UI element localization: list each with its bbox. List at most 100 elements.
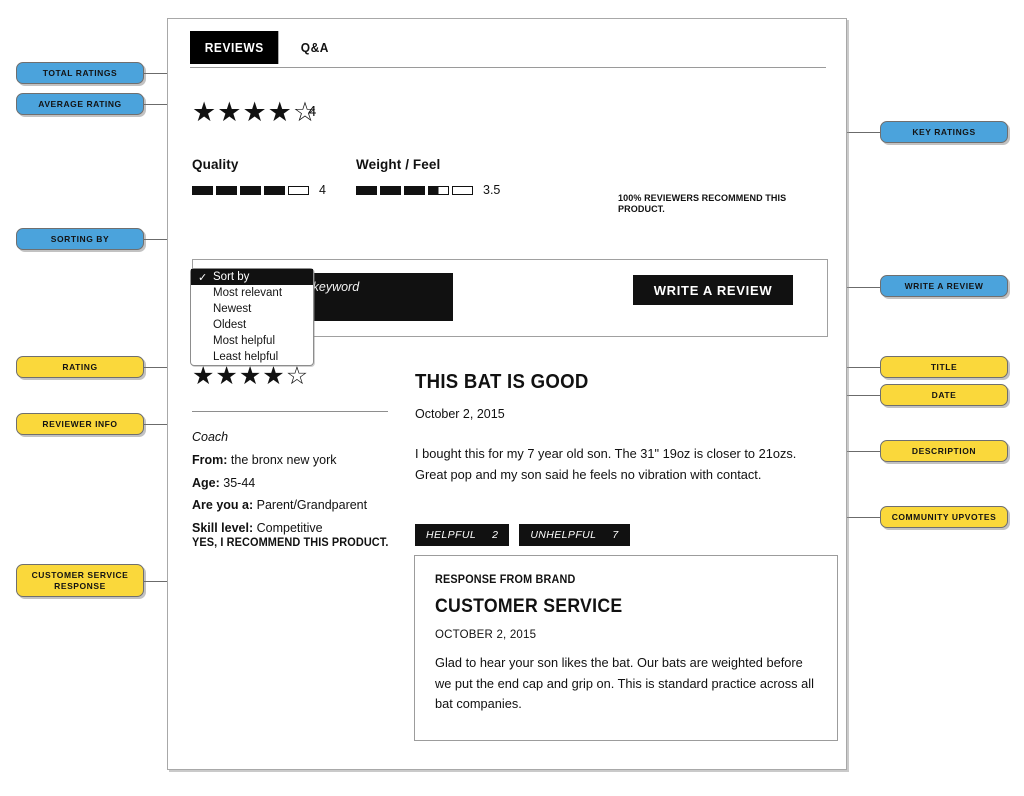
segment-filled [216,185,237,195]
segment-filled [356,185,377,195]
reviewer-info: Coach From: the bronx new york Age: 35-4… [192,430,422,544]
reviewer-nickname: Coach [192,430,229,444]
dropdown-option-least-helpful[interactable]: Least helpful [191,349,313,365]
dropdown-option-oldest[interactable]: Oldest [191,317,313,333]
annotation-write-a-review: WRITE A REVIEW [880,275,1008,297]
star-empty-icon: ☆ [285,362,309,390]
reviewer-recommendation: YES, I RECOMMEND THIS PRODUCT. [192,537,389,549]
annotation-label: CUSTOMER SERVICE RESPONSE [31,570,129,591]
segment-half [428,185,449,195]
annotation-cs-response: CUSTOMER SERVICE RESPONSE [16,564,144,597]
annotation-label: AVERAGE RATING [38,98,122,109]
annotation-title: TITLE [880,356,1008,378]
annotation-upvotes: COMMUNITY UPVOTES [880,506,1008,528]
reviews-panel: REVIEWS Q&A ★ ★ ★ ★ ☆ 4 Quality 4 Weight… [167,18,847,770]
annotation-average-rating: AVERAGE RATING [16,93,144,115]
segment-empty [452,185,473,195]
unhelpful-button[interactable]: UNHELPFUL 7 [519,524,630,546]
brand-response-body: Glad to hear your son likes the bat. Our… [435,655,814,712]
reviewer-role-value: Parent/Grandparent [256,498,368,513]
annotation-label: TOTAL RATINGS [42,67,118,78]
key-rating-label: Weight / Feel [356,157,441,172]
dropdown-option-newest[interactable]: Newest [191,301,313,317]
dropdown-option-label: Sort by [213,271,250,283]
check-icon: ✓ [198,272,208,284]
star-filled-icon: ★ [262,362,285,390]
dropdown-option-most-relevant[interactable]: Most relevant [191,285,313,301]
reviewer-from-label: From: [192,453,228,467]
star-filled-icon: ★ [215,362,238,390]
annotation-label: DESCRIPTION [911,445,977,456]
tab-bar: REVIEWS Q&A [190,31,349,64]
review-date: October 2, 2015 [415,407,505,421]
unhelpful-count: 7 [612,529,619,541]
annotation-label: SORTING BY [50,233,110,244]
annotation-label: DATE [931,389,957,400]
brand-response-date: OCTOBER 2, 2015 [435,629,537,641]
key-rating-value: 3.5 [483,183,501,197]
segment-filled [380,185,401,195]
key-rating-quality: Quality 4 [192,157,326,197]
unhelpful-label: UNHELPFUL [530,529,597,541]
brand-response-eyebrow: RESPONSE FROM BRAND [435,574,576,586]
annotation-date: DATE [880,384,1008,406]
reviewer-from: From: the bronx new york [192,453,422,469]
star-filled-icon: ★ [238,362,262,390]
segment-filled [240,185,261,195]
average-rating-stars[interactable]: ★ ★ ★ ★ ☆ [192,99,317,126]
reviewer-role: Are you a: Parent/Grandparent [192,498,422,514]
helpful-label: HELPFUL [426,529,477,541]
review-description: I bought this for my 7 year old son. The… [415,446,797,482]
tab-label: REVIEWS [204,40,264,55]
community-upvotes: HELPFUL 2 UNHELPFUL 7 [415,524,630,546]
star-filled-icon: ★ [192,362,215,390]
dropdown-option-label: Oldest [213,319,247,331]
review-rating-stars: ★ ★ ★ ★ ☆ [192,364,308,389]
annotation-description: DESCRIPTION [880,440,1008,462]
annotation-total-ratings: TOTAL RATINGS [16,62,144,84]
tab-underline [190,67,826,68]
annotation-rating: RATING [16,356,144,378]
dropdown-option-label: Most helpful [213,335,276,347]
tab-qa[interactable]: Q&A [286,31,344,64]
reviewer-from-value: the bronx new york [230,453,337,467]
review-title: THIS BAT IS GOOD [415,371,589,393]
key-rating-label: Quality [192,157,239,172]
brand-response-name: CUSTOMER SERVICE [435,596,623,617]
annotation-label: WRITE A REVIEW [904,280,984,291]
write-a-review-button[interactable]: WRITE A REVIEW [633,275,793,305]
reviewer-skill: Skill level: Competitive [192,521,422,537]
tab-reviews[interactable]: REVIEWS [190,31,279,64]
dropdown-option-label: Newest [213,303,252,315]
dropdown-option-most-helpful[interactable]: Most helpful [191,333,313,349]
helpful-button[interactable]: HELPFUL 2 [415,524,510,546]
sort-by-dropdown[interactable]: ✓ Sort by Most relevant Newest Oldest Mo… [190,268,314,366]
reviewer-skill-label: Skill level: [192,520,254,535]
key-rating-value: 4 [319,183,326,197]
reviewer-age-label: Age: [192,475,220,490]
segment-bar [192,185,309,195]
annotation-key-ratings: KEY RATINGS [880,121,1008,143]
dropdown-option-label: Least helpful [213,351,279,363]
helpful-count: 2 [492,529,499,541]
reviewer-role-label: Are you a: [192,498,254,513]
annotated-ui-diagram: TOTAL RATINGS AVERAGE RATING SORTING BY … [0,0,1024,796]
star-filled-icon: ★ [242,97,267,127]
annotation-label: KEY RATINGS [912,126,976,137]
write-a-review-label: WRITE A REVIEW [653,282,773,298]
key-rating-row: 3.5 [356,183,500,197]
star-filled-icon: ★ [267,97,292,127]
recommend-summary: 100% REVIEWERS RECOMMEND THIS PRODUCT. [618,193,787,215]
dropdown-option-sort-by[interactable]: ✓ Sort by [191,269,313,285]
annotation-label: RATING [62,361,98,372]
reviewer-skill-value: Competitive [256,520,323,535]
annotation-label: TITLE [930,361,958,372]
segment-empty [288,185,309,195]
total-ratings-count: 4 [308,103,317,120]
segment-filled [404,185,425,195]
segment-filled [192,185,213,195]
annotation-label: COMMUNITY UPVOTES [891,511,997,522]
key-rating-row: 4 [192,183,326,197]
segment-bar [356,185,473,195]
divider [192,411,388,412]
